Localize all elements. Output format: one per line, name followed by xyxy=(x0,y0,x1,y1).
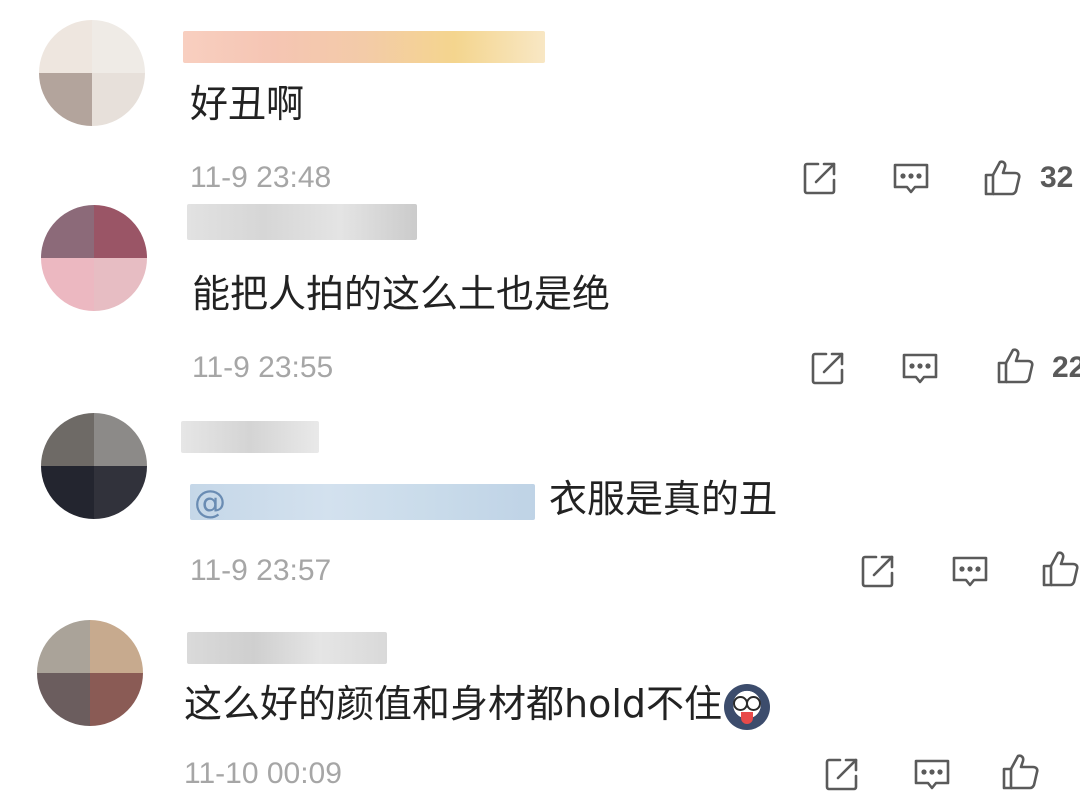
thumbs-up-icon[interactable] xyxy=(1040,549,1080,589)
avatar[interactable] xyxy=(39,20,145,126)
comment-time: 11-10 00:09 xyxy=(184,757,342,790)
share-icon[interactable] xyxy=(822,754,862,794)
share-icon[interactable] xyxy=(808,348,848,388)
like-count: 22 xyxy=(1052,351,1080,384)
comment-text-body: 这么好的颜值和身材都hold不住 xyxy=(184,682,723,726)
comment-reply-icon[interactable] xyxy=(912,754,952,794)
comment-item: @ 衣服是真的丑 11-9 23:57 xyxy=(0,395,1080,610)
avatar[interactable] xyxy=(41,205,147,311)
comment-text: 这么好的颜值和身材都hold不住 xyxy=(184,682,771,730)
mention-link-blurred[interactable]: @ xyxy=(190,483,535,520)
share-icon[interactable] xyxy=(800,158,840,198)
avatar[interactable] xyxy=(41,413,147,519)
thumbs-up-icon[interactable] xyxy=(982,158,1022,198)
username-blurred[interactable] xyxy=(183,31,545,63)
comment-time: 11-9 23:48 xyxy=(190,161,332,194)
comment-reply-icon[interactable] xyxy=(900,348,940,388)
comment-text: 能把人拍的这么土也是绝 xyxy=(192,272,611,316)
comment-time: 11-9 23:55 xyxy=(192,351,334,384)
comment-reply-icon[interactable] xyxy=(950,551,990,591)
avatar[interactable] xyxy=(37,620,143,726)
comment-item: 这么好的颜值和身材都hold不住 11-10 00:09 xyxy=(0,610,1080,794)
comment-reply-icon[interactable] xyxy=(891,158,931,198)
comment-item: 好丑啊 11-9 23:48 32 xyxy=(0,0,1080,200)
comment-text: 好丑啊 xyxy=(190,82,305,126)
comment-item: 能把人拍的这么土也是绝 11-9 23:55 22 xyxy=(0,200,1080,395)
username-blurred[interactable] xyxy=(181,421,319,453)
comment-text-body: 衣服是真的丑 xyxy=(549,477,778,521)
username-blurred[interactable] xyxy=(187,204,417,240)
like-count: 32 xyxy=(1040,161,1074,194)
username-blurred[interactable] xyxy=(187,632,387,664)
thumbs-up-icon[interactable] xyxy=(1000,752,1040,792)
thumbs-up-icon[interactable] xyxy=(995,346,1035,386)
dog-emoji-icon xyxy=(724,683,771,730)
comment-text: @ 衣服是真的丑 xyxy=(190,477,777,521)
share-icon[interactable] xyxy=(858,551,898,591)
comment-time: 11-9 23:57 xyxy=(190,554,332,587)
